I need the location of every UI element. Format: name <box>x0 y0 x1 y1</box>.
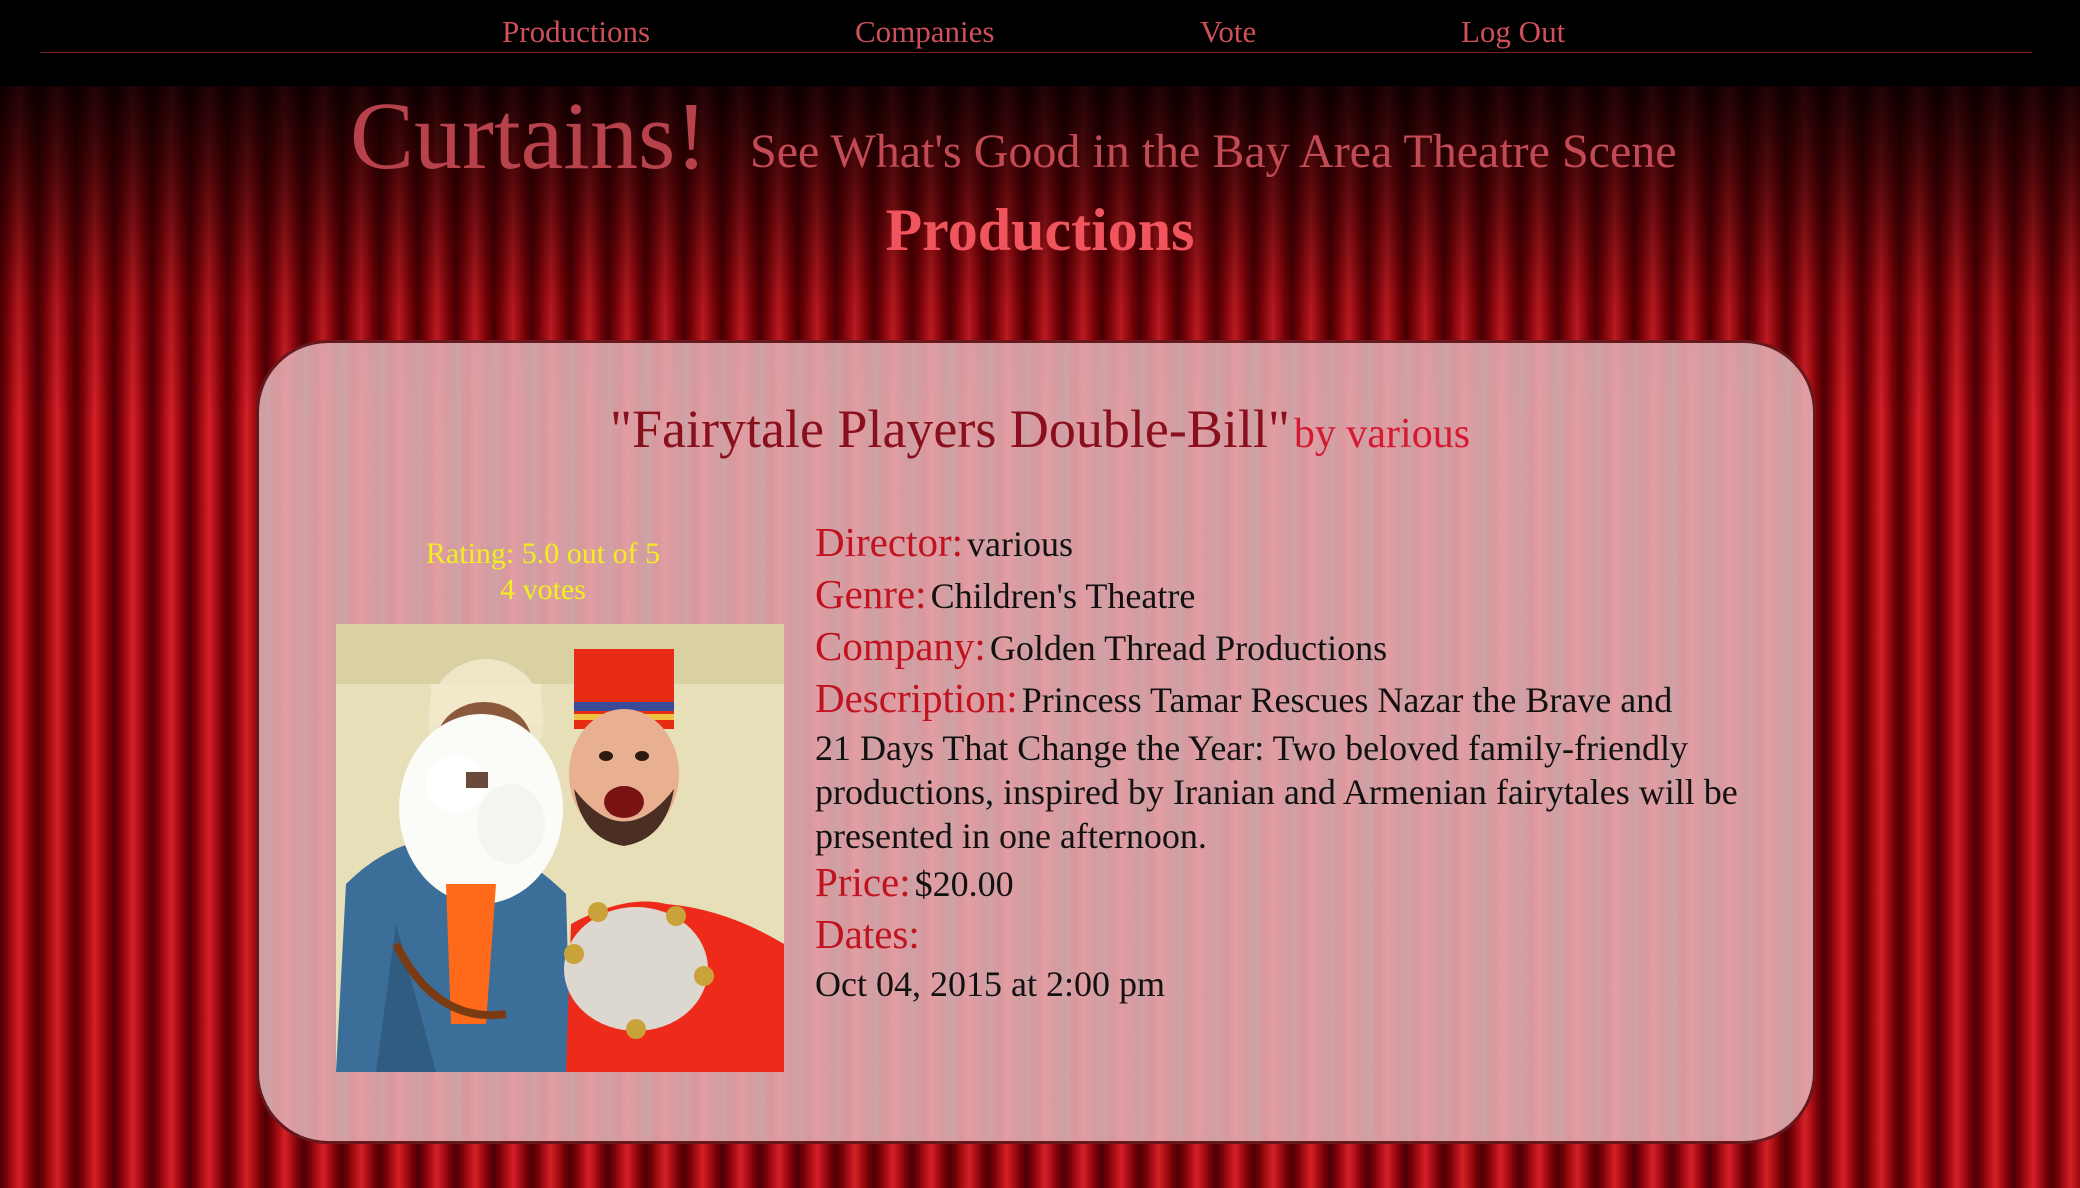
date-item: Oct 04, 2015 at 2:00 pm <box>815 966 1165 1002</box>
site-brand: Curtains! <box>350 82 708 189</box>
director-row: Director: various <box>815 522 1073 563</box>
date-value: Oct 04, 2015 at 2:00 pm <box>815 964 1165 1004</box>
genre-row: Genre: Children's Theatre <box>815 574 1195 615</box>
nav-divider <box>40 52 2032 53</box>
top-nav-bar: Productions Companies Vote Log Out <box>0 0 2080 86</box>
rating-score: Rating: 5.0 out of 5 <box>425 537 661 570</box>
production-author: by various <box>1293 411 1471 457</box>
company-value: Golden Thread Productions <box>989 628 1388 668</box>
price-label: Price: <box>815 859 911 905</box>
dates-label: Dates: <box>815 911 920 957</box>
description-first-line: Princess Tamar Rescues Nazar the Brave a… <box>1021 680 1673 720</box>
production-title: "Fairytale Players Double-Bill" <box>609 399 1290 459</box>
price-row: Price: $20.00 <box>815 862 1014 903</box>
genre-value: Children's Theatre <box>930 576 1196 616</box>
nav-link-companies[interactable]: Companies <box>855 14 995 50</box>
nav-link-productions[interactable]: Productions <box>502 14 650 50</box>
company-row: Company: Golden Thread Productions <box>815 626 1387 667</box>
description-text: 21 Days That Change the Year: Two belove… <box>815 728 1738 856</box>
page-title: Productions <box>885 197 1195 263</box>
rating-block: Rating: 5.0 out of 5 4 votes <box>334 536 752 608</box>
production-photo <box>336 624 784 1072</box>
production-photo-illustration <box>336 624 784 1072</box>
nav-link-log-out[interactable]: Log Out <box>1461 14 1565 50</box>
genre-label: Genre: <box>815 571 927 617</box>
rating-votes: 4 votes <box>500 573 586 606</box>
nav-link-vote[interactable]: Vote <box>1200 14 1256 50</box>
production-heading: "Fairytale Players Double-Bill" by vario… <box>0 402 2080 456</box>
director-label: Director: <box>815 519 963 565</box>
description-label: Description: <box>815 675 1018 721</box>
site-tagline: See What's Good in the Bay Area Theatre … <box>750 125 1677 178</box>
price-value: $20.00 <box>914 864 1014 904</box>
company-label: Company: <box>815 623 986 669</box>
description-row: Description: Princess Tamar Rescues Naza… <box>815 678 1672 719</box>
director-value: various <box>966 524 1073 564</box>
dates-label-row: Dates: <box>815 914 920 955</box>
